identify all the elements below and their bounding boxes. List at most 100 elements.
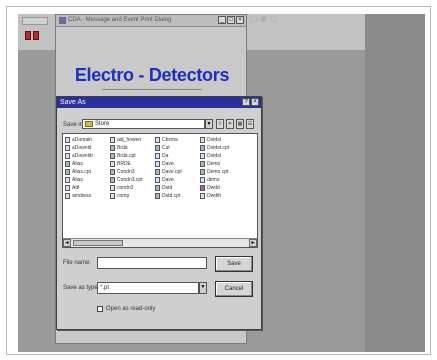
file-item[interactable]: Dave.cpt bbox=[155, 168, 200, 176]
file-icon bbox=[155, 153, 160, 159]
save-in-select[interactable]: Store bbox=[82, 119, 205, 129]
background-toolbar-icons bbox=[25, 31, 39, 40]
help-button[interactable]: ? bbox=[242, 98, 250, 106]
details-view-icon[interactable]: ☰ bbox=[246, 119, 254, 129]
file-name: Dstd.cpt bbox=[162, 193, 181, 199]
file-name: aDomain bbox=[72, 137, 93, 143]
new-folder-icon[interactable]: ✦ bbox=[226, 119, 234, 129]
file-item[interactable]: Alias bbox=[65, 160, 110, 168]
save-as-dialog: Save As ? × Save in: Store ▼ ⇧ ✦ ▦ ☰ aDo… bbox=[56, 96, 262, 330]
file-item[interactable]: BRDE bbox=[110, 160, 155, 168]
file-item[interactable]: Dstd.cpt bbox=[155, 192, 200, 200]
scroll-right-icon[interactable]: ► bbox=[249, 239, 257, 247]
file-icon bbox=[110, 145, 115, 151]
file-name: demo bbox=[207, 177, 220, 183]
file-name: Da bbox=[162, 153, 169, 159]
file-item[interactable]: condn3 bbox=[110, 184, 155, 192]
file-item[interactable]: comp bbox=[110, 192, 155, 200]
red-tool-icon[interactable] bbox=[33, 31, 39, 40]
file-icon bbox=[65, 177, 70, 183]
file-name: Condn3 bbox=[117, 169, 135, 175]
save-as-type-label: Save as type: bbox=[63, 285, 100, 291]
file-item[interactable]: Dstdst bbox=[200, 136, 245, 144]
brand-title: Electro - Detectors bbox=[74, 65, 230, 85]
file-item[interactable]: Dave bbox=[155, 176, 200, 184]
file-icon bbox=[65, 193, 70, 199]
file-name: Dstd bbox=[162, 185, 173, 191]
save-as-type-select[interactable]: *.pt bbox=[97, 282, 199, 294]
file-item[interactable]: Demo.cpt bbox=[200, 168, 245, 176]
file-item[interactable]: Dstdst bbox=[200, 152, 245, 160]
up-folder-icon[interactable]: ⇧ bbox=[216, 119, 224, 129]
scroll-thumb[interactable] bbox=[73, 240, 123, 246]
file-icon bbox=[110, 185, 115, 191]
file-name-input[interactable] bbox=[97, 257, 207, 269]
list-view-icon[interactable]: ▦ bbox=[236, 119, 244, 129]
file-item[interactable]: amdress bbox=[65, 192, 110, 200]
dialog-toolbar: ⇧ ✦ ▦ ☰ bbox=[216, 119, 254, 129]
file-item[interactable]: demo bbox=[200, 176, 245, 184]
read-only-label: Open as read-only bbox=[106, 306, 156, 312]
file-item[interactable]: Brda bbox=[110, 144, 155, 152]
chevron-down-icon[interactable]: ▼ bbox=[205, 119, 213, 129]
file-item[interactable]: Condn3.cpt bbox=[110, 176, 155, 184]
file-name: Brda bbox=[117, 145, 128, 151]
file-name: Dstdst.cpt bbox=[207, 145, 230, 151]
file-item[interactable]: Dwdth bbox=[200, 192, 245, 200]
file-icon bbox=[155, 177, 160, 183]
file-name: aDownldr bbox=[72, 153, 94, 159]
file-name: comp bbox=[117, 193, 130, 199]
scroll-left-icon[interactable]: ◄ bbox=[63, 239, 71, 247]
dialog-close-button[interactable]: × bbox=[251, 98, 259, 106]
file-item[interactable]: Alias bbox=[65, 176, 110, 184]
file-item[interactable]: Brda.cpt bbox=[110, 152, 155, 160]
file-item[interactable]: Dstd bbox=[155, 184, 200, 192]
close-button[interactable]: × bbox=[236, 16, 244, 24]
file-item[interactable]: Dave bbox=[155, 160, 200, 168]
file-name: Dave bbox=[162, 161, 174, 167]
file-name: Demo bbox=[207, 161, 221, 167]
file-icon bbox=[110, 193, 115, 199]
minimize-button[interactable]: _ bbox=[218, 16, 226, 24]
file-item[interactable]: Attl bbox=[65, 184, 110, 192]
file-item[interactable]: Demo bbox=[200, 160, 245, 168]
file-icon bbox=[155, 145, 160, 151]
file-name: Dwdth bbox=[207, 193, 222, 199]
app-window-title: CDA - Message and Event Print Dialog _ □… bbox=[56, 15, 246, 27]
file-item[interactable]: Condn3 bbox=[110, 168, 155, 176]
file-column: adj_howen Brda Brda.cpt BRDE Condn3 Condn3.cp… bbox=[110, 136, 155, 200]
file-item[interactable]: Dstdst.cpt bbox=[200, 144, 245, 152]
file-icon bbox=[200, 153, 205, 159]
file-name: Attl bbox=[72, 185, 80, 191]
file-item[interactable]: Cbxma bbox=[155, 136, 200, 144]
file-item[interactable]: adj_howen bbox=[110, 136, 155, 144]
cancel-button[interactable]: Cancel bbox=[215, 281, 253, 297]
folder-icon bbox=[85, 121, 93, 127]
file-name: Cbxma bbox=[162, 137, 178, 143]
file-item[interactable]: Alias.cpt bbox=[65, 168, 110, 176]
file-item[interactable]: Dwdd bbox=[200, 184, 245, 192]
read-only-checkbox[interactable] bbox=[97, 306, 103, 312]
maximize-button[interactable]: □ bbox=[227, 16, 235, 24]
file-item[interactable]: aDownldr bbox=[65, 152, 110, 160]
dialog-title-bar: Save As ? × bbox=[57, 97, 261, 108]
red-tool-icon[interactable] bbox=[25, 31, 31, 40]
horizontal-scrollbar[interactable]: ◄ ► bbox=[63, 238, 257, 247]
file-item[interactable]: Cul bbox=[155, 144, 200, 152]
file-icon bbox=[110, 169, 115, 175]
faint-window-controls: ▢ ▣ ▢ bbox=[250, 14, 278, 23]
file-list[interactable]: aDomain aDownld aDownldr Alias Alias.cpt Alia… bbox=[62, 133, 258, 248]
save-button[interactable]: Save bbox=[215, 256, 253, 272]
file-icon bbox=[200, 193, 205, 199]
file-icon bbox=[65, 145, 70, 151]
chevron-down-icon[interactable]: ▼ bbox=[199, 282, 207, 294]
brand-divider bbox=[102, 89, 202, 90]
file-icon bbox=[155, 161, 160, 167]
file-icon bbox=[65, 185, 70, 191]
file-item[interactable]: aDomain bbox=[65, 136, 110, 144]
file-icon bbox=[200, 169, 205, 175]
file-item[interactable]: Da bbox=[155, 152, 200, 160]
file-item[interactable]: aDownld bbox=[65, 144, 110, 152]
file-icon bbox=[200, 145, 205, 151]
file-column: Dstdst Dstdst.cpt Dstdst Demo Demo.cpt demo Dw… bbox=[200, 136, 245, 200]
